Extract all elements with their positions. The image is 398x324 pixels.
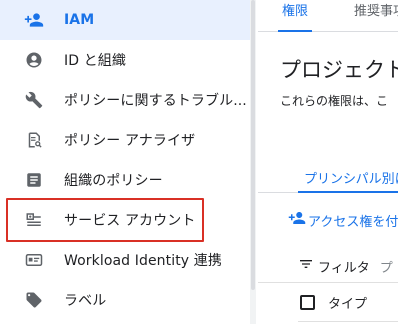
filter-input[interactable]: プ [380, 257, 393, 276]
sidebar-item-label: ID と組織 [64, 53, 126, 69]
label-tag-icon [24, 290, 44, 310]
id-card-icon [24, 250, 44, 270]
sidebar-item-label: IAM [64, 12, 95, 28]
filter-label: フィルタ [318, 260, 370, 276]
filter-icon [298, 256, 314, 276]
sidebar-item-iam[interactable]: IAM [0, 0, 250, 40]
sidebar-item-label: Workload Identity 連携 [64, 253, 222, 269]
sidebar-item-policy-analyzer[interactable]: ポリシー アナライザ [0, 120, 250, 160]
sidebar-item-policy-troubleshooter[interactable]: ポリシーに関するトラブル... [0, 80, 250, 120]
sidebar-item-labels[interactable]: ラベル [0, 280, 250, 320]
grant-access-button[interactable]: アクセス権を付 [288, 210, 398, 230]
select-all-checkbox[interactable] [300, 295, 315, 310]
sidebar-item-label: サービス アカウント [64, 213, 196, 229]
person-add-icon [288, 209, 306, 231]
account-circle-icon [24, 50, 44, 70]
scrollbar-thumb[interactable] [251, 0, 255, 290]
sidebar-item-service-accounts[interactable]: サービス アカウント [0, 200, 250, 240]
service-account-icon [24, 210, 44, 230]
person-add-icon [24, 10, 44, 30]
table-header: タイプ [258, 282, 398, 324]
sidebar-item-label: ラベル [64, 293, 107, 309]
policy-analyzer-icon [24, 130, 44, 150]
active-tab-indicator [298, 191, 398, 193]
sidebar-item-workload-identity[interactable]: Workload Identity 連携 [0, 240, 250, 280]
sidebar-nav: IAM ID と組織 ポリシーに関するトラブル... ポリシー アナライザ 組織… [0, 0, 250, 324]
sidebar-item-label: ポリシー アナライザ [64, 133, 196, 149]
tab-bar: 権限 推奨事項 [258, 0, 398, 32]
page-description: これらの権限は、こ [280, 94, 389, 108]
list-document-icon [24, 170, 44, 190]
sidebar-item-identity-organization[interactable]: ID と組織 [0, 40, 250, 80]
wrench-icon [24, 90, 44, 110]
sidebar-item-label: ポリシーに関するトラブル... [64, 93, 247, 109]
sidebar-item-organization-policies[interactable]: 組織のポリシー [0, 160, 250, 200]
page-title: プロジェクト [280, 58, 398, 82]
main-content: 権限 推奨事項 プロジェクト これらの権限は、こ プリンシパル別に アクセス権を… [258, 0, 398, 324]
column-header-type[interactable]: タイプ [328, 293, 367, 312]
filter-bar[interactable]: フィルタ プ [298, 256, 393, 276]
tab-recommendations[interactable]: 推奨事項 [354, 0, 398, 31]
sidebar-item-label: 組織のポリシー [64, 173, 163, 189]
tab-permissions[interactable]: 権限 [277, 0, 313, 32]
row-divider [298, 321, 398, 322]
tab-view-by-principals[interactable]: プリンシパル別に [304, 168, 398, 187]
grant-access-label: アクセス権を付 [308, 214, 398, 230]
